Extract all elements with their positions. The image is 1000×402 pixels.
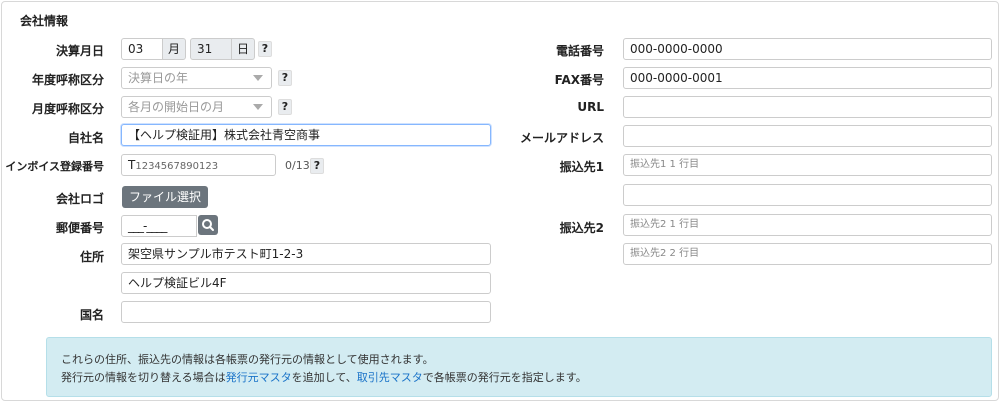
fiscal-year-select[interactable]: 決算日の年: [121, 67, 272, 89]
chevron-down-icon: [253, 104, 263, 110]
month-label-label: 月度呼称区分: [31, 102, 104, 116]
postal-code-input[interactable]: ___-____: [121, 215, 197, 237]
notice-text: 発行元の情報を切り替える場合は: [61, 371, 226, 384]
fiscal-year-label: 年度呼称区分: [31, 73, 104, 87]
address-line1-input[interactable]: 架空県サンプル市テスト町1-2-3: [121, 243, 491, 265]
help-icon[interactable]: ?: [278, 99, 292, 115]
bank2-label: 振込先2: [559, 221, 604, 235]
file-select-button[interactable]: ファイル選択: [122, 186, 209, 208]
phone-input[interactable]: 000-0000-0000: [623, 38, 992, 60]
bank2-line1-input[interactable]: 振込先2 1 行目: [623, 214, 992, 236]
bank1-line1-input[interactable]: 振込先1 1 行目: [623, 154, 992, 176]
settlement-day-input[interactable]: 31: [190, 38, 232, 60]
address-label: 住所: [79, 250, 104, 264]
notice-line1: これらの住所、振込先の情報は各帳票の発行元の情報として使用されます。: [61, 353, 434, 366]
logo-label: 会社ロゴ: [55, 192, 104, 206]
email-label: メールアドレス: [519, 131, 604, 145]
url-input[interactable]: [623, 96, 992, 118]
url-label: URL: [577, 100, 604, 114]
day-unit: 日: [231, 38, 255, 60]
fax-input[interactable]: 000-0000-0001: [623, 67, 992, 89]
issuer-master-link[interactable]: 発行元マスタ: [226, 371, 292, 384]
notice-text: を追加して、: [291, 371, 357, 384]
bank2-line2-input[interactable]: 振込先2 2 行目: [623, 243, 992, 265]
bank1-line2-input[interactable]: [623, 184, 992, 206]
settlement-month-input[interactable]: 03: [121, 38, 163, 60]
search-icon: [202, 219, 214, 231]
char-counter: 0/13: [285, 159, 310, 172]
invoice-value: 1234567890123: [135, 161, 219, 172]
section-title: 会社情報: [20, 14, 69, 28]
bank1-label: 振込先1: [559, 160, 604, 174]
company-name-input[interactable]: 【ヘルプ検証用】株式会社青空商事: [121, 124, 491, 146]
postal-code-label: 郵便番号: [55, 221, 104, 235]
month-label-select[interactable]: 各月の開始日の月: [121, 96, 272, 118]
notice-line2: 発行元の情報を切り替える場合は発行元マスタを追加して、取引先マスタで各帳票の発行…: [61, 369, 977, 387]
chevron-down-icon: [253, 75, 263, 81]
country-input[interactable]: [121, 301, 491, 323]
invoice-number-label: インボイス登録番号: [5, 160, 104, 173]
help-icon[interactable]: ?: [278, 70, 292, 86]
invoice-number-input[interactable]: T1234567890123: [121, 154, 276, 176]
email-input[interactable]: [623, 125, 992, 147]
fax-label: FAX番号: [554, 73, 604, 87]
company-info-card: 会社情報 決算月日 03 月 31 日 ? 年度呼称区分 決算日の年 ? 月度呼…: [1, 1, 999, 401]
settlement-date-label: 決算月日: [55, 44, 104, 58]
help-icon[interactable]: ?: [310, 158, 324, 174]
client-master-link[interactable]: 取引先マスタ: [357, 371, 423, 384]
phone-label: 電話番号: [555, 44, 604, 58]
info-notice: これらの住所、振込先の情報は各帳票の発行元の情報として使用されます。 発行元の情…: [46, 337, 992, 397]
company-name-label: 自社名: [67, 131, 104, 145]
notice-text: で各帳票の発行元を指定します。: [422, 371, 587, 384]
country-label: 国名: [79, 308, 104, 322]
help-icon[interactable]: ?: [258, 41, 272, 57]
month-unit: 月: [162, 38, 186, 60]
address-line2-input[interactable]: ヘルプ検証ビル4F: [121, 272, 491, 294]
postal-search-button[interactable]: [198, 215, 218, 235]
